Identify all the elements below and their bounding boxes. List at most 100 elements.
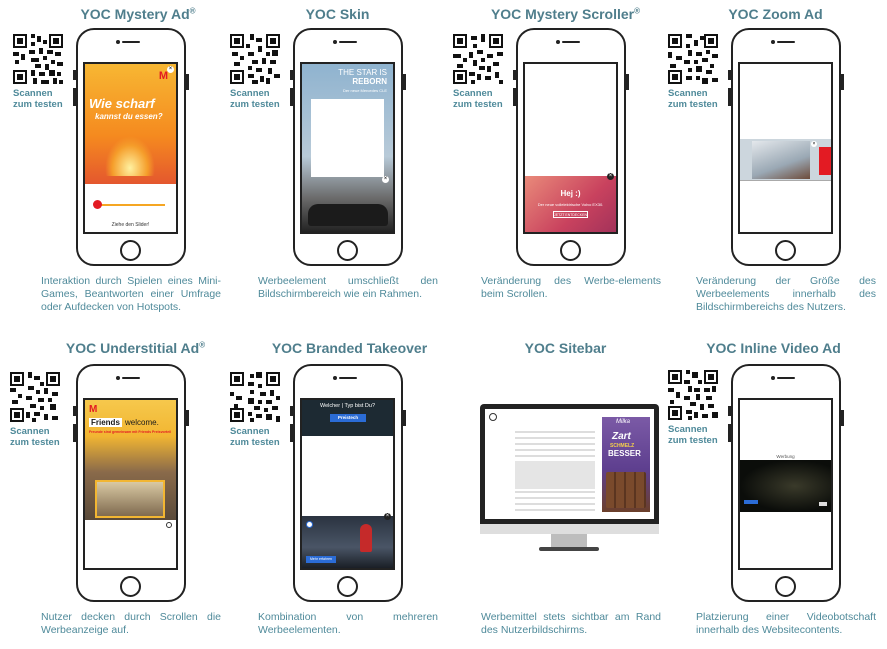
qr-code[interactable] [453,34,503,84]
scan-label: Scannen zum testen [230,426,280,448]
phone-screen: Welcher | Typ bist Du? Preistech × Mehr … [300,398,395,570]
ad-headline: THE STAR IS [338,68,387,77]
ad-headline: Hej :) [560,189,581,198]
format-title: YOC Mystery Scroller® [490,6,641,22]
phone-mockup: Welcher | Typ bist Du? Preistech × Mehr … [290,364,406,602]
close-icon[interactable]: × [384,513,391,520]
ad-subline: welcome. [125,418,159,427]
video-controls-icon[interactable] [819,502,827,506]
monitor-chin [480,524,659,534]
home-button [120,240,141,261]
mcdonalds-logo-icon: M [158,70,168,82]
format-card-skin: YOC Skin Scannen zum testen THE STAR IS R… [230,0,445,315]
format-title: YOC Understitial Ad® [65,340,206,356]
format-description: Werbemittel stets sichtbar am Rand des N… [481,611,661,636]
phone-screen: THE STAR IS REBORN Der neue Mercedes CLE… [300,62,395,234]
ad-creative-bmw[interactable]: × Mehr erfahren [302,513,393,568]
car-image [308,204,388,226]
ad-creative-volvo[interactable]: × Hej :) Der neue vollelektrische Volvo … [525,173,616,232]
scan-label: Scannen zum testen [10,426,60,448]
ad-image-brand [819,147,831,175]
ad-image-ski [752,141,810,179]
ad-tagline: BESSER [608,449,641,458]
close-icon[interactable]: × [167,66,174,73]
ad-cta-button[interactable]: JETZT ENTDECKEN [553,211,588,218]
chocolate-image [606,472,646,508]
slider-handle[interactable] [93,200,102,209]
ad-label: Werbung [776,454,795,459]
format-description: Platzierung einer Videobotschaft innerha… [696,611,876,636]
bmw-logo-icon [306,521,313,528]
home-button [560,240,581,261]
scan-label: Scannen zum testen [230,88,280,110]
ad-subline: Der neue vollelektrische Volvo EX30. [537,202,604,207]
format-card-mystery-scroller: YOC Mystery Scroller® Scannen zum testen … [453,0,668,315]
red-dress-image [360,524,372,552]
format-description: Veränderung des Werbe-elements beim Scro… [481,275,661,300]
phone-screen: Werbung [738,398,833,570]
format-card-mystery-ad: YOC Mystery Ad® Scannen zum testen M × Wi… [13,0,228,315]
home-button [337,576,358,597]
ad-creative-mcdonalds[interactable]: M × Wie scharf kannst du essen? [85,64,176,184]
scan-label: Scannen zum testen [13,88,63,110]
format-description: Nutzer decken durch Scrollen die Werbean… [41,611,221,636]
format-description: Kombination von mehreren Werbeelementen. [258,611,438,636]
ad-subline: kannst du essen? [95,112,163,121]
slider-track[interactable] [95,204,165,206]
home-button [337,240,358,261]
ad-image-friends [95,480,165,518]
qr-code[interactable] [668,34,718,84]
format-card-inline-video-ad: YOC Inline Video Ad Scannen zum testen We… [668,334,883,649]
site-content-image [515,461,595,489]
qr-code[interactable] [13,34,63,84]
home-button [775,240,796,261]
phone-mockup: × [728,28,844,266]
qr-code[interactable] [230,372,280,422]
content-area [311,99,384,177]
format-card-zoom-ad: YOC Zoom Ad Scannen zum testen × Veränder… [668,0,883,315]
flame-graphic [105,136,155,176]
ad-headline: Zart [612,431,631,442]
phone-screen: M × Wie scharf kannst du essen? Ziehe de… [83,62,178,234]
site-logo-icon [489,413,497,421]
video-player[interactable] [740,460,831,512]
format-description: Werbeelement umschließt den Bildschirmbe… [258,275,438,300]
format-title: YOC Sitebar [524,340,607,356]
ad-headline: Wie scharf [89,96,155,111]
monitor-stand [551,534,587,548]
qr-code[interactable] [230,34,280,84]
scan-label: Scannen zum testen [668,424,718,446]
phone-mockup: × Hej :) Der neue vollelektrische Volvo … [513,28,629,266]
ad-creative-mcdonalds[interactable]: M Friends welcome. Freunde sind gemeinsa… [85,400,176,520]
qr-code[interactable] [668,370,718,420]
mcdonalds-logo-icon: M [89,404,98,415]
close-icon[interactable]: × [382,176,389,183]
format-title: YOC Branded Takeover [271,340,428,356]
ad-footer-icon [166,522,172,528]
format-card-branded-takeover: YOC Branded Takeover Scannen zum testen W… [230,334,445,649]
qr-code[interactable] [10,372,60,422]
home-button [775,576,796,597]
close-icon[interactable]: × [607,173,614,180]
ad-creative-top-banner[interactable]: Welcher | Typ bist Du? Preistech [302,400,393,436]
phone-screen: M Friends welcome. Freunde sind gemeinsa… [83,398,178,570]
ad-creative-sitebar[interactable]: Milka Zart SCHMELZ BESSER [602,417,650,512]
ad-subline: REBORN [352,77,387,86]
ad-creative-zoom[interactable]: × [740,139,831,181]
phone-mockup: M × Wie scharf kannst du essen? Ziehe de… [73,28,189,266]
format-title: YOC Zoom Ad [728,6,823,22]
home-button [120,576,141,597]
ad-caption: Der neue Mercedes CLE [342,88,387,93]
phone-screen: × [738,62,833,234]
ad-cta-button[interactable]: Preistech [330,414,366,422]
format-description: Veränderung der Größe des Werbeelements … [696,275,876,313]
format-card-sitebar: YOC Sitebar Milka Zart SCHMELZ BESSER We… [453,334,668,649]
ad-headline: Welcher | Typ bist Du? [319,403,376,409]
format-title: YOC Skin [305,6,370,22]
ad-cta-button[interactable]: Mehr erfahren [306,556,336,563]
phone-mockup: M Friends welcome. Freunde sind gemeinsa… [73,364,189,602]
format-card-understitial-ad: YOC Understitial Ad® Scannen zum testen M… [10,334,225,649]
video-logo-icon [744,500,758,504]
close-icon[interactable]: × [811,141,817,147]
format-description: Interaktion durch Spielen eines Mini-Gam… [41,275,221,313]
